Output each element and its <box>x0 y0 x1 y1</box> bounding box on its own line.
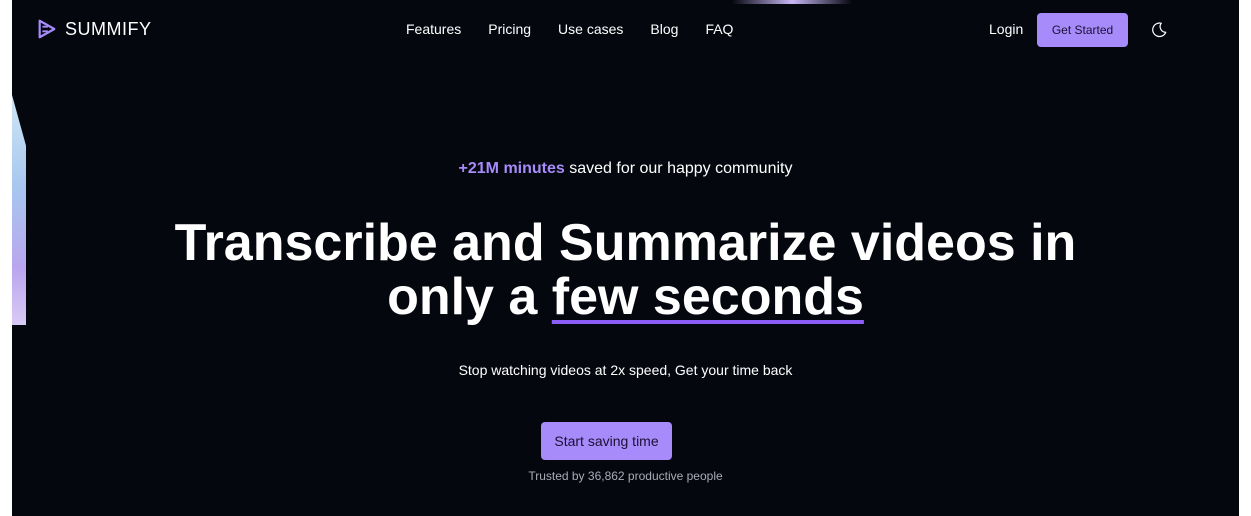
headline-underlined: few seconds <box>551 268 864 326</box>
brand-logo[interactable]: SUMMIFY <box>36 18 152 40</box>
get-started-button[interactable]: Get Started <box>1037 13 1128 47</box>
login-link[interactable]: Login <box>989 21 1023 37</box>
brand-name: SUMMIFY <box>65 18 152 39</box>
page-frame: SUMMIFY Features Pricing Use cases Blog … <box>12 0 1239 516</box>
hero-headline: Transcribe and Summarize videos in only … <box>12 216 1239 324</box>
headline-prefix: only a <box>387 268 552 326</box>
nav-link-use-cases[interactable]: Use cases <box>558 21 623 37</box>
nav-link-pricing[interactable]: Pricing <box>488 21 531 37</box>
headline-line1: Transcribe and Summarize videos in <box>174 214 1077 272</box>
kicker-accent: +21M minutes <box>458 160 565 177</box>
nav-link-blog[interactable]: Blog <box>650 21 678 37</box>
trusted-by-text: Trusted by 36,862 productive people <box>528 469 723 483</box>
start-saving-time-button[interactable]: Start saving time <box>541 422 672 460</box>
kicker-text: saved for our happy community <box>564 160 793 177</box>
top-nav: SUMMIFY Features Pricing Use cases Blog … <box>12 0 1239 60</box>
nav-link-faq[interactable]: FAQ <box>705 21 733 37</box>
nav-link-features[interactable]: Features <box>406 21 461 37</box>
moon-icon[interactable] <box>1150 21 1168 39</box>
hero-kicker: +21M minutes saved for our happy communi… <box>12 160 1239 178</box>
nav-links: Features Pricing Use cases Blog FAQ <box>406 21 760 37</box>
hero-subtext: Stop watching videos at 2x speed, Get yo… <box>458 362 793 378</box>
play-stack-icon <box>38 19 56 39</box>
